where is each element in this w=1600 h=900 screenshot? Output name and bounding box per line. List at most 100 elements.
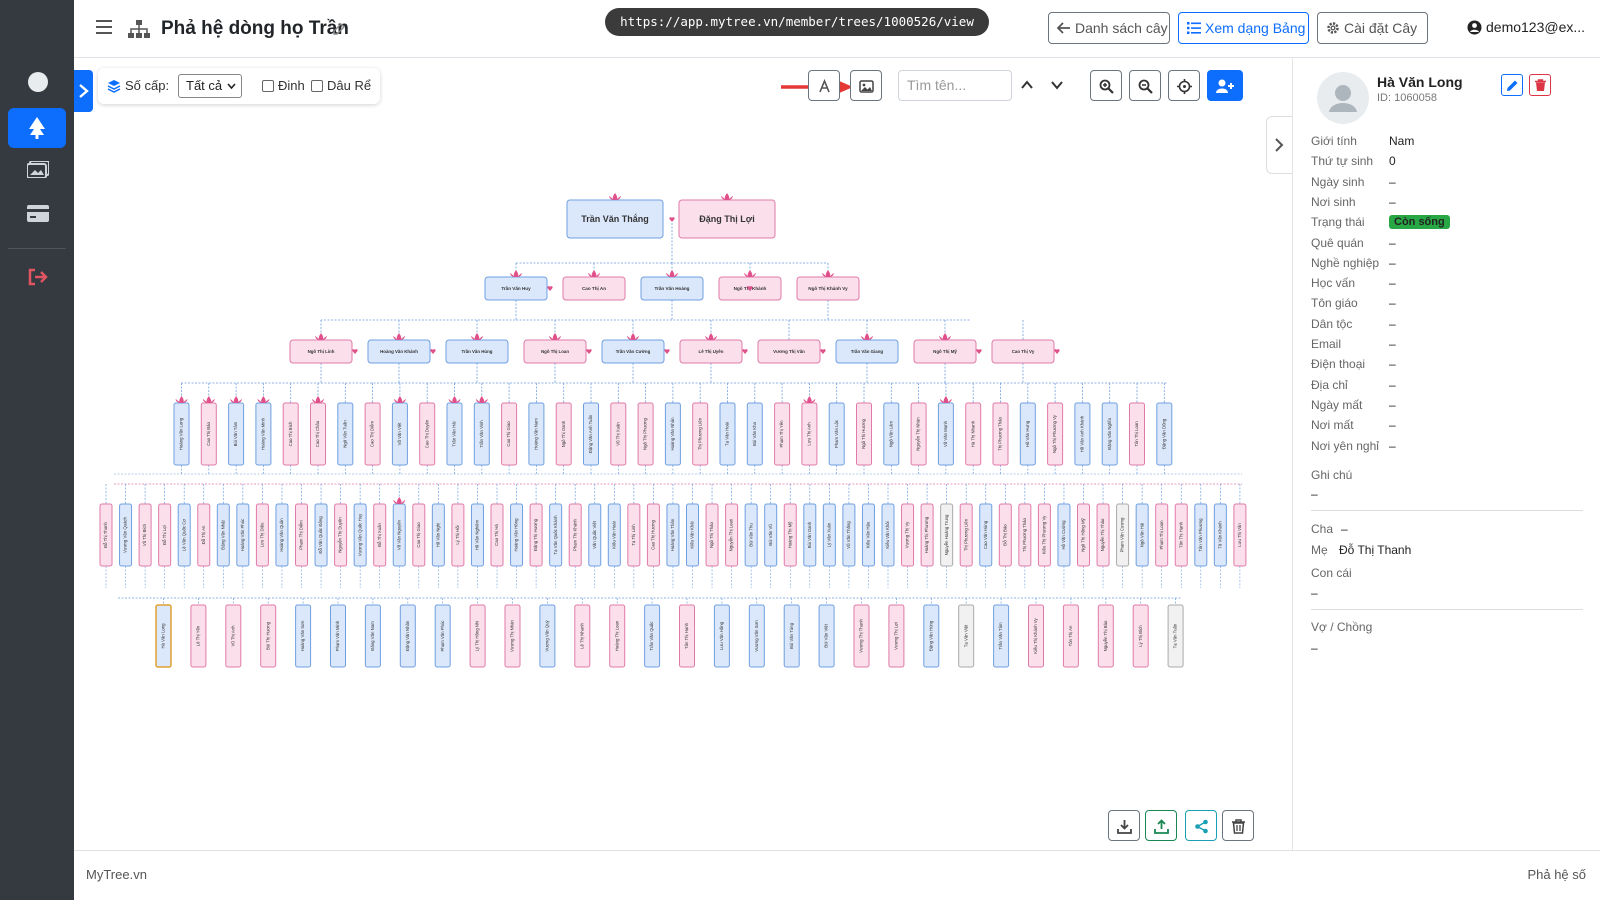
tree-node[interactable]: Phạm Thị Yến — [774, 402, 791, 466]
level-select[interactable]: Tất cả — [178, 74, 242, 98]
search-next-chevron-down-icon[interactable] — [1050, 78, 1064, 92]
tree-node[interactable]: Vương Thị Vân — [757, 339, 821, 364]
family-tree-graph[interactable]: Trần Văn Thắng Đặng Thị Lợi Trần Văn Huy Ca… — [74, 58, 1292, 850]
tree-node[interactable]: Trần Văn Thắng — [566, 199, 664, 239]
left-panel-toggle[interactable] — [74, 70, 93, 112]
tree-node[interactable]: Nguyễn Thị Nhàn — [910, 402, 927, 466]
tree-node[interactable]: Ngô Thị Phương Vy — [1047, 402, 1064, 466]
tree-node[interactable]: Lê Thị Uyên — [679, 339, 743, 364]
tree-node[interactable]: Cao Thị Hương — [646, 503, 660, 567]
tree-node[interactable]: Bùi Văn Danh — [803, 503, 817, 567]
tree-node[interactable]: Phạm Văn Lộc — [828, 402, 845, 466]
images-icon[interactable] — [27, 161, 49, 178]
tree-node[interactable]: Hồ Văn Cường — [1057, 503, 1071, 567]
search-prev-chevron-up-icon[interactable] — [1020, 78, 1034, 92]
tree-node[interactable]: Phạm Thị Khánh — [568, 503, 582, 567]
tree-node[interactable]: Đặng Văn Hùng — [923, 604, 940, 668]
tree-node[interactable]: Trần Văn Huy — [484, 276, 548, 301]
tree-node[interactable]: Vương Thị Lợi — [888, 604, 905, 668]
tree-node[interactable]: Trần Văn Quốc — [644, 604, 661, 668]
tree-node[interactable]: Tạ Văn Hoài — [719, 402, 736, 466]
tree-node[interactable]: Thị Phương Thảo — [1018, 503, 1032, 567]
tree-node[interactable]: Hoàng Văn Thân — [666, 503, 680, 567]
tree-node[interactable]: Trần Văn Giang — [835, 339, 899, 364]
tree-node[interactable]: Lưu Thị Vân — [1233, 503, 1247, 567]
card-icon[interactable] — [27, 205, 49, 222]
tree-node[interactable]: Nguyễn Thị Thảo — [1096, 503, 1110, 567]
tree-node[interactable]: Bùi Văn Thu — [744, 503, 758, 567]
tree-node[interactable]: Hoàng Văn Long — [173, 402, 190, 466]
tree-node[interactable]: Đặng Văn Nam — [364, 604, 381, 668]
tree-node[interactable]: Đặng Thị Lợi — [678, 199, 776, 239]
tree-node[interactable]: Hoàng Văn Minh — [255, 402, 272, 466]
tree-node[interactable]: Cao Thị Giao — [501, 402, 518, 466]
name-search-input[interactable]: Tìm tên... — [898, 70, 1012, 101]
tree-node[interactable]: Vũ Văn Thắng — [842, 503, 856, 567]
tree-node[interactable]: Cao Thị Vy — [991, 339, 1055, 364]
tree-node[interactable]: Lý Thị Hồng Nhi — [469, 604, 486, 668]
tree-node[interactable]: Hồ Văn Nghị — [431, 503, 445, 567]
tree-node[interactable]: Ngô Thị Thảo — [705, 503, 719, 567]
tree-node[interactable]: Ngô Văn Lâm — [883, 402, 900, 466]
tree-node[interactable]: Vương Văn Sơn — [748, 604, 765, 668]
tree-node[interactable]: Phạm Thị Loan — [1155, 503, 1169, 567]
tree-node[interactable]: Tạ Thị Linh — [627, 503, 641, 567]
tree-node[interactable]: Đỗ Thị Lợi — [158, 503, 172, 567]
tree-node[interactable]: Lưu Thị Diệu — [255, 503, 269, 567]
tree-node[interactable]: Đỗ Thị Thanh — [99, 503, 113, 567]
zoom-in-button[interactable] — [1090, 70, 1122, 101]
upload-button[interactable] — [1145, 810, 1177, 841]
tree-node[interactable]: Bùi Văn Tùng — [783, 604, 800, 668]
tree-node[interactable]: Cao Thị Bảo — [200, 402, 217, 466]
tree-node[interactable]: Kiều Thị Khánh Vy — [1028, 604, 1044, 668]
tree-node[interactable]: Thị Phương Liên — [692, 402, 709, 466]
tree-node[interactable]: Đỗ Văn Quốc Đông — [314, 503, 328, 567]
tree-node[interactable]: Cao Văn Hùng — [979, 503, 993, 567]
tree-node[interactable]: Vương Văn Quốc Huy — [353, 503, 367, 567]
tree-node[interactable]: Ngô Thị Hồng Mỹ — [1077, 503, 1090, 567]
tree-node[interactable]: Lê Thị Yến — [190, 604, 207, 668]
tree-node[interactable]: Phạm Văn Cương — [1116, 503, 1130, 567]
tree-node[interactable]: Cao Thị An — [562, 276, 626, 301]
edit-title-pencil-icon[interactable] — [332, 22, 346, 36]
center-view-button[interactable] — [1168, 70, 1200, 101]
tree-icon[interactable] — [28, 117, 46, 139]
tree-node[interactable]: Võ Văn Nguyên — [392, 503, 406, 567]
tree-node[interactable]: Đặng Văn Dũng — [1156, 402, 1173, 466]
tree-node[interactable]: Cao Thị Hà — [490, 503, 504, 567]
tree-node[interactable]: Hà Thị Nhanh — [965, 402, 982, 466]
tree-node[interactable]: Lê Văn Quốc Cơ — [177, 503, 191, 567]
tree-node[interactable]: Tạ Văn Việt — [958, 604, 975, 668]
tree-node[interactable]: Phạm Văn Phúc — [434, 604, 451, 668]
tree-node[interactable]: Đặng Văn Nhân — [399, 604, 416, 668]
tree-node[interactable]: Ngô Thị Linh — [289, 339, 353, 364]
tree-node[interactable]: Kiều Văn Khải — [686, 503, 699, 567]
tree-node[interactable]: Lý Thị Bích — [1132, 604, 1149, 668]
tree-node[interactable]: Bùi Văn Kha — [746, 402, 763, 466]
tree-node[interactable]: Hoàng Thị Mỹ — [783, 503, 797, 567]
tree-node[interactable]: Cao Thị Châu — [310, 402, 326, 466]
text-size-button[interactable] — [808, 70, 840, 101]
tree-node[interactable]: Hồ Văn Nghiêm — [470, 503, 484, 567]
tree-node[interactable]: Trần Văn Vinh — [473, 402, 490, 466]
tree-node[interactable]: Võ Văn Việt — [391, 402, 408, 466]
tree-node[interactable]: Phạm Thị Diễm — [295, 503, 308, 567]
tree-node[interactable]: Lý Văn Xuân — [822, 503, 836, 567]
tree-node[interactable]: Hoàng Văn Hồng — [510, 503, 524, 567]
tree-node[interactable]: Cao Thị Bích — [282, 402, 299, 466]
tree-node[interactable]: Bùi Văn Việt — [818, 604, 835, 668]
tree-node[interactable]: Phạm Văn Minh — [330, 604, 346, 668]
tree-node[interactable]: Kiều Văn Hậu — [861, 503, 875, 567]
user-menu[interactable]: demo123@ex... — [1467, 19, 1585, 35]
tree-node[interactable]: Nguyễn Thị Duyên — [334, 503, 348, 567]
tree-node[interactable]: Nguyễn Thị Bảo — [1097, 604, 1114, 668]
tree-node[interactable]: Ngô Thị Oanh — [555, 402, 572, 466]
tree-node[interactable]: Hoàng Văn Nhân — [664, 402, 681, 466]
tree-node[interactable]: Trần Văn Hoàng — [640, 276, 704, 301]
table-view-button[interactable]: Xem dạng Bảng — [1178, 12, 1309, 44]
tree-node[interactable]: Ngô Thị Khánh Vy — [796, 276, 860, 301]
delete-tree-button[interactable] — [1222, 810, 1254, 841]
hamburger-menu-icon[interactable] — [96, 20, 112, 34]
right-panel-toggle[interactable] — [1266, 116, 1292, 174]
tree-node[interactable]: Hoàng Văn Nam — [528, 402, 545, 466]
